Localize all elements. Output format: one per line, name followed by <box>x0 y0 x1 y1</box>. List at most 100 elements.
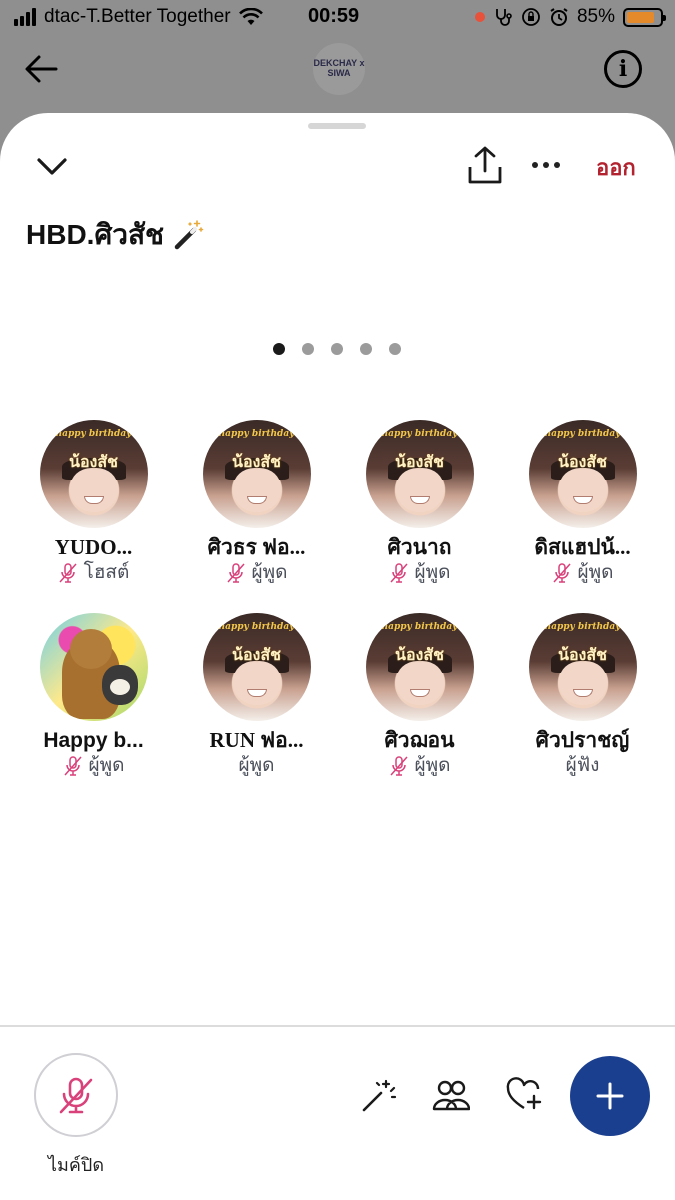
avatar-caption-line2: น้องสัช <box>558 645 607 664</box>
avatar-caption-line2: น้องสัช <box>232 645 281 664</box>
avatar-caption-line2: น้องสัช <box>232 452 281 471</box>
participant-name: ศิวปราชญ์ <box>535 728 630 752</box>
avatar-caption-line1: happy birthday <box>381 622 458 632</box>
participant-role: ผู้พูด <box>338 561 501 584</box>
page-dot[interactable] <box>331 343 343 355</box>
participant-name: ศิวฌอน <box>384 728 455 752</box>
participant-avatar[interactable]: happy birthday น้องสัช <box>365 613 474 721</box>
participant[interactable]: happy birthday น้องสัช YUDO... โฮสต์ <box>12 420 175 584</box>
status-right: 85% <box>474 6 666 28</box>
participant-role-text: ผู้พูด <box>251 561 288 584</box>
mic-off-icon <box>59 1077 93 1114</box>
participant-role-text: โฮสต์ <box>83 561 130 584</box>
mic-off-icon <box>63 755 82 776</box>
participant-name: Happy b... <box>43 729 144 752</box>
mic-off-icon <box>389 562 408 583</box>
bottom-divider <box>0 1025 675 1027</box>
participant-avatar[interactable] <box>39 613 148 721</box>
avatar-caption-line2: น้องสัช <box>69 452 118 471</box>
mic-off-icon <box>59 562 77 583</box>
mic-off-icon <box>552 562 571 583</box>
battery-icon <box>623 7 666 27</box>
magic-wand-emoji-icon <box>174 220 204 250</box>
participant-role: ผู้พูด <box>175 754 338 777</box>
magic-wand-icon[interactable] <box>359 1077 397 1113</box>
participant-role: โฮสต์ <box>12 561 175 584</box>
community-logo: DEKCHAY x SIWA <box>313 43 365 95</box>
participant-name: ศิวนาถ <box>387 535 452 559</box>
wifi-icon <box>238 8 263 25</box>
leave-button[interactable]: ออก <box>596 150 636 185</box>
participant-role-text: ผู้ฟัง <box>565 754 600 777</box>
space-sheet: ออก HBD.ศิวสัช happy birthday น้องสัช YUDO… <box>0 113 675 1200</box>
mic-off-icon <box>226 562 245 583</box>
avatar-caption-line1: happy birthday <box>544 622 621 632</box>
share-icon[interactable] <box>466 145 504 185</box>
heart-plus-icon[interactable] <box>505 1077 543 1113</box>
participant-role-text: ผู้พูด <box>238 754 275 777</box>
participant[interactable]: happy birthday น้องสัช RUN ฟอ... ผู้พูด <box>175 613 338 777</box>
add-fab-button[interactable] <box>570 1056 650 1136</box>
participant[interactable]: happy birthday น้องสัชศิวธร ฟอ... ผู้พูด <box>175 420 338 584</box>
participant-role: ผู้พูด <box>338 754 501 777</box>
participant-avatar[interactable]: happy birthday น้องสัช <box>39 420 148 528</box>
page-dot[interactable] <box>360 343 372 355</box>
participant-avatar[interactable]: happy birthday น้องสัช <box>365 420 474 528</box>
logo-text: DEKCHAY x SIWA <box>313 58 365 78</box>
participant[interactable]: happy birthday น้องสัชดิสแฮปน้... ผู้พูด <box>501 420 664 584</box>
status-left: dtac-T.Better Together <box>14 6 263 28</box>
participant-avatar[interactable]: happy birthday น้องสัช <box>528 613 637 721</box>
participant-role: ผู้ฟัง <box>501 754 664 777</box>
page-dot[interactable] <box>273 343 285 355</box>
participant-name: ศิวธร ฟอ... <box>207 535 306 559</box>
plus-icon <box>596 1082 624 1110</box>
participant-avatar[interactable]: happy birthday น้องสัช <box>528 420 637 528</box>
battery-percent: 85% <box>576 6 615 27</box>
info-button[interactable]: i <box>604 50 642 88</box>
people-icon[interactable] <box>432 1077 470 1113</box>
participant[interactable]: happy birthday น้องสัชศิวนาถ ผู้พูด <box>338 420 501 584</box>
participant-name: RUN ฟอ... <box>209 728 304 752</box>
clock: 00:59 <box>308 5 360 27</box>
participant-role-text: ผู้พูด <box>414 561 451 584</box>
page-dot[interactable] <box>389 343 401 355</box>
battery-fill <box>627 11 655 23</box>
page-indicator <box>273 343 401 355</box>
more-options-button[interactable] <box>532 155 568 175</box>
participant-avatar[interactable]: happy birthday น้องสัช <box>202 420 311 528</box>
status-bar: dtac-T.Better Together 00:59 85% <box>0 0 675 36</box>
carrier-name: dtac-T.Better Together <box>44 6 231 27</box>
avatar-caption-line1: happy birthday <box>381 429 458 439</box>
avatar-caption-line2: น้องสัช <box>558 452 607 471</box>
avatar-caption-line1: happy birthday <box>544 429 621 439</box>
page-dot[interactable] <box>302 343 314 355</box>
participant-role: ผู้พูด <box>12 754 175 777</box>
participant-role-text: ผู้พูด <box>577 561 614 584</box>
stethoscope-icon <box>496 9 512 26</box>
avatar-caption-line1: happy birthday <box>218 429 295 439</box>
participant-role-text: ผู้พูด <box>414 754 451 777</box>
participant-avatar[interactable]: happy birthday น้องสัช <box>202 613 311 721</box>
participant[interactable]: happy birthday น้องสัชศิวปราชญ์ ผู้ฟัง <box>501 613 664 777</box>
room-title: HBD.ศิวสัช <box>26 213 204 257</box>
participant[interactable]: Happy b... ผู้พูด <box>12 613 175 777</box>
participant-name: YUDO... <box>54 535 133 559</box>
participant-role-text: ผู้พูด <box>88 754 125 777</box>
mic-off-icon <box>389 755 408 776</box>
sheet-grabber[interactable] <box>308 123 366 129</box>
avatar-caption-line2: น้องสัช <box>395 645 444 664</box>
avatar-caption-line1: happy birthday <box>218 622 295 632</box>
alarm-icon <box>550 8 568 26</box>
mic-status-label: ไมค์ปิด <box>47 1155 105 1176</box>
background-header: DEKCHAY x SIWA i <box>0 40 675 110</box>
participant[interactable]: happy birthday น้องสัชศิวฌอน ผู้พูด <box>338 613 501 777</box>
recording-dot-icon <box>474 12 485 22</box>
back-arrow-icon[interactable] <box>24 54 58 84</box>
room-title-text: HBD.ศิวสัช <box>26 219 165 250</box>
participant-name: ดิสแฮปน้... <box>534 535 631 559</box>
avatar-caption-line2: น้องสัช <box>395 452 444 471</box>
mic-toggle-button[interactable] <box>34 1053 118 1137</box>
chevron-down-icon[interactable] <box>36 153 68 179</box>
participant-role: ผู้พูด <box>501 561 664 584</box>
avatar-caption-line1: happy birthday <box>55 429 132 439</box>
